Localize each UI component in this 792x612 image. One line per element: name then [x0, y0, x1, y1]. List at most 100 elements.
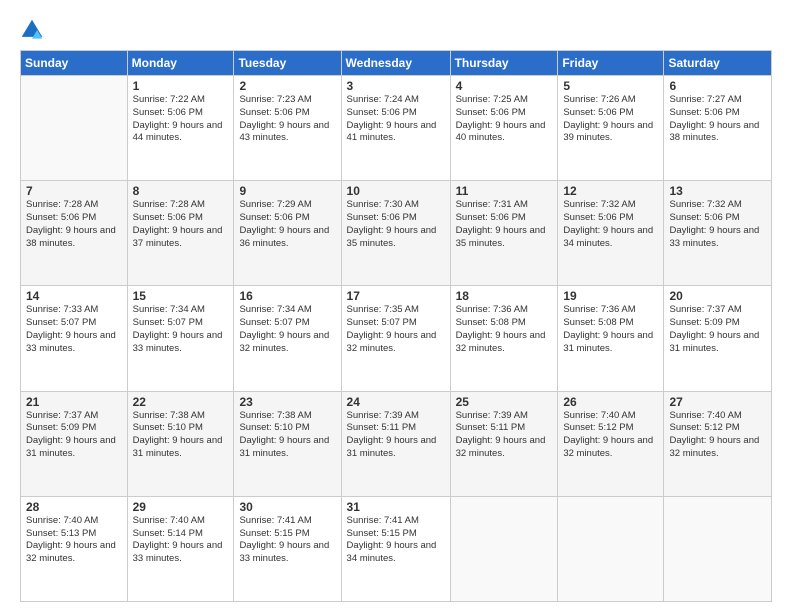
day-cell: 30Sunrise: 7:41 AMSunset: 5:15 PMDayligh… [234, 496, 341, 601]
day-info: Sunrise: 7:26 AMSunset: 5:06 PMDaylight:… [563, 94, 658, 145]
day-cell: 8Sunrise: 7:28 AMSunset: 5:06 PMDaylight… [127, 181, 234, 286]
day-number: 6 [669, 79, 766, 93]
logo-icon [20, 18, 44, 42]
day-info: Sunrise: 7:32 AMSunset: 5:06 PMDaylight:… [669, 199, 766, 250]
day-number: 28 [26, 500, 122, 514]
day-info: Sunrise: 7:41 AMSunset: 5:15 PMDaylight:… [347, 515, 445, 566]
page: SundayMondayTuesdayWednesdayThursdayFrid… [0, 0, 792, 612]
day-cell: 26Sunrise: 7:40 AMSunset: 5:12 PMDayligh… [558, 391, 664, 496]
day-cell: 22Sunrise: 7:38 AMSunset: 5:10 PMDayligh… [127, 391, 234, 496]
day-number: 8 [133, 184, 229, 198]
week-row-2: 14Sunrise: 7:33 AMSunset: 5:07 PMDayligh… [21, 286, 772, 391]
day-number: 25 [456, 395, 553, 409]
day-info: Sunrise: 7:31 AMSunset: 5:06 PMDaylight:… [456, 199, 553, 250]
weekday-header-thursday: Thursday [450, 51, 558, 76]
week-row-1: 7Sunrise: 7:28 AMSunset: 5:06 PMDaylight… [21, 181, 772, 286]
day-cell: 18Sunrise: 7:36 AMSunset: 5:08 PMDayligh… [450, 286, 558, 391]
day-info: Sunrise: 7:28 AMSunset: 5:06 PMDaylight:… [133, 199, 229, 250]
day-info: Sunrise: 7:27 AMSunset: 5:06 PMDaylight:… [669, 94, 766, 145]
day-number: 24 [347, 395, 445, 409]
day-info: Sunrise: 7:40 AMSunset: 5:12 PMDaylight:… [669, 410, 766, 461]
day-cell [21, 76, 128, 181]
day-number: 4 [456, 79, 553, 93]
day-number: 21 [26, 395, 122, 409]
day-cell: 11Sunrise: 7:31 AMSunset: 5:06 PMDayligh… [450, 181, 558, 286]
day-number: 22 [133, 395, 229, 409]
day-info: Sunrise: 7:40 AMSunset: 5:14 PMDaylight:… [133, 515, 229, 566]
day-number: 30 [239, 500, 335, 514]
day-number: 27 [669, 395, 766, 409]
day-number: 19 [563, 289, 658, 303]
day-cell: 31Sunrise: 7:41 AMSunset: 5:15 PMDayligh… [341, 496, 450, 601]
day-cell: 27Sunrise: 7:40 AMSunset: 5:12 PMDayligh… [664, 391, 772, 496]
day-info: Sunrise: 7:39 AMSunset: 5:11 PMDaylight:… [347, 410, 445, 461]
weekday-header-tuesday: Tuesday [234, 51, 341, 76]
day-number: 18 [456, 289, 553, 303]
day-cell: 25Sunrise: 7:39 AMSunset: 5:11 PMDayligh… [450, 391, 558, 496]
day-info: Sunrise: 7:38 AMSunset: 5:10 PMDaylight:… [239, 410, 335, 461]
day-cell: 15Sunrise: 7:34 AMSunset: 5:07 PMDayligh… [127, 286, 234, 391]
day-info: Sunrise: 7:35 AMSunset: 5:07 PMDaylight:… [347, 304, 445, 355]
day-info: Sunrise: 7:40 AMSunset: 5:13 PMDaylight:… [26, 515, 122, 566]
day-cell [558, 496, 664, 601]
day-cell: 20Sunrise: 7:37 AMSunset: 5:09 PMDayligh… [664, 286, 772, 391]
day-cell: 17Sunrise: 7:35 AMSunset: 5:07 PMDayligh… [341, 286, 450, 391]
day-cell: 29Sunrise: 7:40 AMSunset: 5:14 PMDayligh… [127, 496, 234, 601]
day-info: Sunrise: 7:23 AMSunset: 5:06 PMDaylight:… [239, 94, 335, 145]
day-info: Sunrise: 7:36 AMSunset: 5:08 PMDaylight:… [563, 304, 658, 355]
day-cell: 4Sunrise: 7:25 AMSunset: 5:06 PMDaylight… [450, 76, 558, 181]
day-number: 11 [456, 184, 553, 198]
day-number: 20 [669, 289, 766, 303]
day-cell: 1Sunrise: 7:22 AMSunset: 5:06 PMDaylight… [127, 76, 234, 181]
day-number: 16 [239, 289, 335, 303]
day-info: Sunrise: 7:37 AMSunset: 5:09 PMDaylight:… [26, 410, 122, 461]
day-cell: 24Sunrise: 7:39 AMSunset: 5:11 PMDayligh… [341, 391, 450, 496]
week-row-0: 1Sunrise: 7:22 AMSunset: 5:06 PMDaylight… [21, 76, 772, 181]
day-cell: 3Sunrise: 7:24 AMSunset: 5:06 PMDaylight… [341, 76, 450, 181]
day-number: 12 [563, 184, 658, 198]
day-info: Sunrise: 7:24 AMSunset: 5:06 PMDaylight:… [347, 94, 445, 145]
day-cell [664, 496, 772, 601]
day-info: Sunrise: 7:34 AMSunset: 5:07 PMDaylight:… [133, 304, 229, 355]
day-number: 29 [133, 500, 229, 514]
day-info: Sunrise: 7:29 AMSunset: 5:06 PMDaylight:… [239, 199, 335, 250]
logo [20, 18, 48, 42]
day-info: Sunrise: 7:32 AMSunset: 5:06 PMDaylight:… [563, 199, 658, 250]
week-row-3: 21Sunrise: 7:37 AMSunset: 5:09 PMDayligh… [21, 391, 772, 496]
day-cell: 6Sunrise: 7:27 AMSunset: 5:06 PMDaylight… [664, 76, 772, 181]
day-cell: 19Sunrise: 7:36 AMSunset: 5:08 PMDayligh… [558, 286, 664, 391]
day-number: 13 [669, 184, 766, 198]
day-number: 7 [26, 184, 122, 198]
header [20, 18, 772, 42]
day-cell: 2Sunrise: 7:23 AMSunset: 5:06 PMDaylight… [234, 76, 341, 181]
day-info: Sunrise: 7:36 AMSunset: 5:08 PMDaylight:… [456, 304, 553, 355]
calendar-table: SundayMondayTuesdayWednesdayThursdayFrid… [20, 50, 772, 602]
day-cell: 7Sunrise: 7:28 AMSunset: 5:06 PMDaylight… [21, 181, 128, 286]
weekday-header-monday: Monday [127, 51, 234, 76]
day-cell: 23Sunrise: 7:38 AMSunset: 5:10 PMDayligh… [234, 391, 341, 496]
day-number: 23 [239, 395, 335, 409]
weekday-header-sunday: Sunday [21, 51, 128, 76]
day-cell [450, 496, 558, 601]
day-number: 9 [239, 184, 335, 198]
day-number: 31 [347, 500, 445, 514]
day-number: 15 [133, 289, 229, 303]
weekday-header-friday: Friday [558, 51, 664, 76]
day-cell: 21Sunrise: 7:37 AMSunset: 5:09 PMDayligh… [21, 391, 128, 496]
day-info: Sunrise: 7:40 AMSunset: 5:12 PMDaylight:… [563, 410, 658, 461]
day-cell: 13Sunrise: 7:32 AMSunset: 5:06 PMDayligh… [664, 181, 772, 286]
day-info: Sunrise: 7:28 AMSunset: 5:06 PMDaylight:… [26, 199, 122, 250]
weekday-header-wednesday: Wednesday [341, 51, 450, 76]
day-cell: 28Sunrise: 7:40 AMSunset: 5:13 PMDayligh… [21, 496, 128, 601]
day-number: 2 [239, 79, 335, 93]
day-number: 17 [347, 289, 445, 303]
week-row-4: 28Sunrise: 7:40 AMSunset: 5:13 PMDayligh… [21, 496, 772, 601]
day-info: Sunrise: 7:22 AMSunset: 5:06 PMDaylight:… [133, 94, 229, 145]
day-cell: 16Sunrise: 7:34 AMSunset: 5:07 PMDayligh… [234, 286, 341, 391]
day-number: 3 [347, 79, 445, 93]
day-info: Sunrise: 7:37 AMSunset: 5:09 PMDaylight:… [669, 304, 766, 355]
day-info: Sunrise: 7:25 AMSunset: 5:06 PMDaylight:… [456, 94, 553, 145]
day-cell: 5Sunrise: 7:26 AMSunset: 5:06 PMDaylight… [558, 76, 664, 181]
day-info: Sunrise: 7:34 AMSunset: 5:07 PMDaylight:… [239, 304, 335, 355]
day-info: Sunrise: 7:39 AMSunset: 5:11 PMDaylight:… [456, 410, 553, 461]
